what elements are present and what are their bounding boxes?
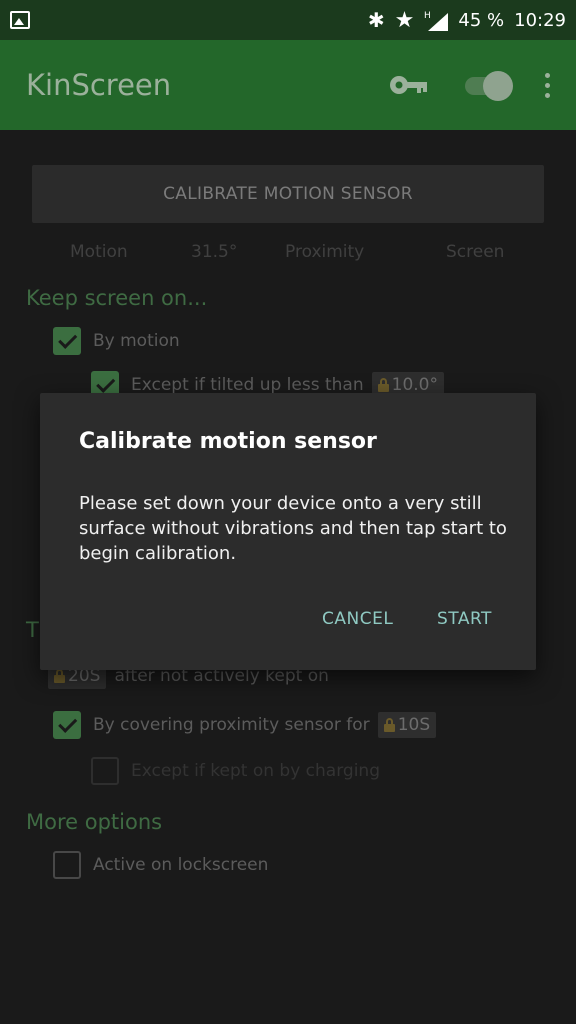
screen-label: Screen xyxy=(446,242,505,262)
tilt-threshold-value: 10.0° xyxy=(391,375,438,395)
proximity-label: Proximity xyxy=(285,242,365,262)
lockscreen-checkbox[interactable] xyxy=(53,851,81,879)
by-motion-row[interactable]: By motion xyxy=(53,327,180,355)
dialog-message: Please set down your device onto a very … xyxy=(79,493,507,564)
by-motion-checkbox[interactable] xyxy=(53,327,81,355)
bluetooth-icon: ✱ xyxy=(367,8,385,32)
except-tilted-label: Except if tilted up less than xyxy=(131,375,364,395)
turn-off-heading: T xyxy=(26,618,39,642)
by-covering-row[interactable]: By covering proximity sensor for 10S xyxy=(53,711,437,739)
by-covering-checkbox[interactable] xyxy=(53,711,81,739)
more-options-heading: More options xyxy=(26,810,163,834)
except-charging-row[interactable]: Except if kept on by charging xyxy=(91,757,380,785)
angle-readout: 31.5° xyxy=(191,242,238,262)
app-title: KinScreen xyxy=(26,68,172,102)
lock-icon xyxy=(377,378,389,392)
by-motion-label: By motion xyxy=(93,331,180,351)
clock: 10:29 xyxy=(514,9,566,31)
motion-label: Motion xyxy=(70,242,128,262)
keep-screen-on-heading: Keep screen on... xyxy=(26,286,208,310)
except-charging-label: Except if kept on by charging xyxy=(131,761,380,781)
switch-thumb xyxy=(483,71,513,101)
by-covering-label: By covering proximity sensor for xyxy=(93,715,370,735)
lock-icon xyxy=(54,669,65,683)
calibrate-motion-sensor-button[interactable]: CALIBRATE MOTION SENSOR xyxy=(32,165,544,223)
covering-duration-value: 10S xyxy=(397,715,431,735)
signal-icon: H xyxy=(424,9,449,31)
battery-level: 45 % xyxy=(458,9,505,31)
network-type-label: H xyxy=(424,11,431,21)
sensor-readouts: Motion 31.5° Proximity Screen xyxy=(0,242,576,266)
except-charging-checkbox[interactable] xyxy=(91,757,119,785)
start-button[interactable]: START xyxy=(437,609,492,629)
status-bar: ✱ ★ H 45 % 10:29 xyxy=(0,0,576,40)
service-toggle-switch[interactable] xyxy=(461,71,513,101)
star-icon: ★ xyxy=(394,7,415,33)
image-notification-icon xyxy=(10,11,30,29)
lockscreen-label: Active on lockscreen xyxy=(93,855,269,875)
lockscreen-row[interactable]: Active on lockscreen xyxy=(53,851,268,879)
cancel-button[interactable]: CANCEL xyxy=(322,609,393,629)
calibrate-dialog: Calibrate motion sensor Please set down … xyxy=(40,393,536,670)
dialog-title: Calibrate motion sensor xyxy=(79,429,377,454)
overflow-menu-icon[interactable] xyxy=(545,72,550,98)
key-icon[interactable] xyxy=(389,73,429,97)
app-bar: KinScreen xyxy=(0,40,576,130)
lock-icon xyxy=(383,718,395,732)
covering-duration-chip[interactable]: 10S xyxy=(377,712,437,738)
